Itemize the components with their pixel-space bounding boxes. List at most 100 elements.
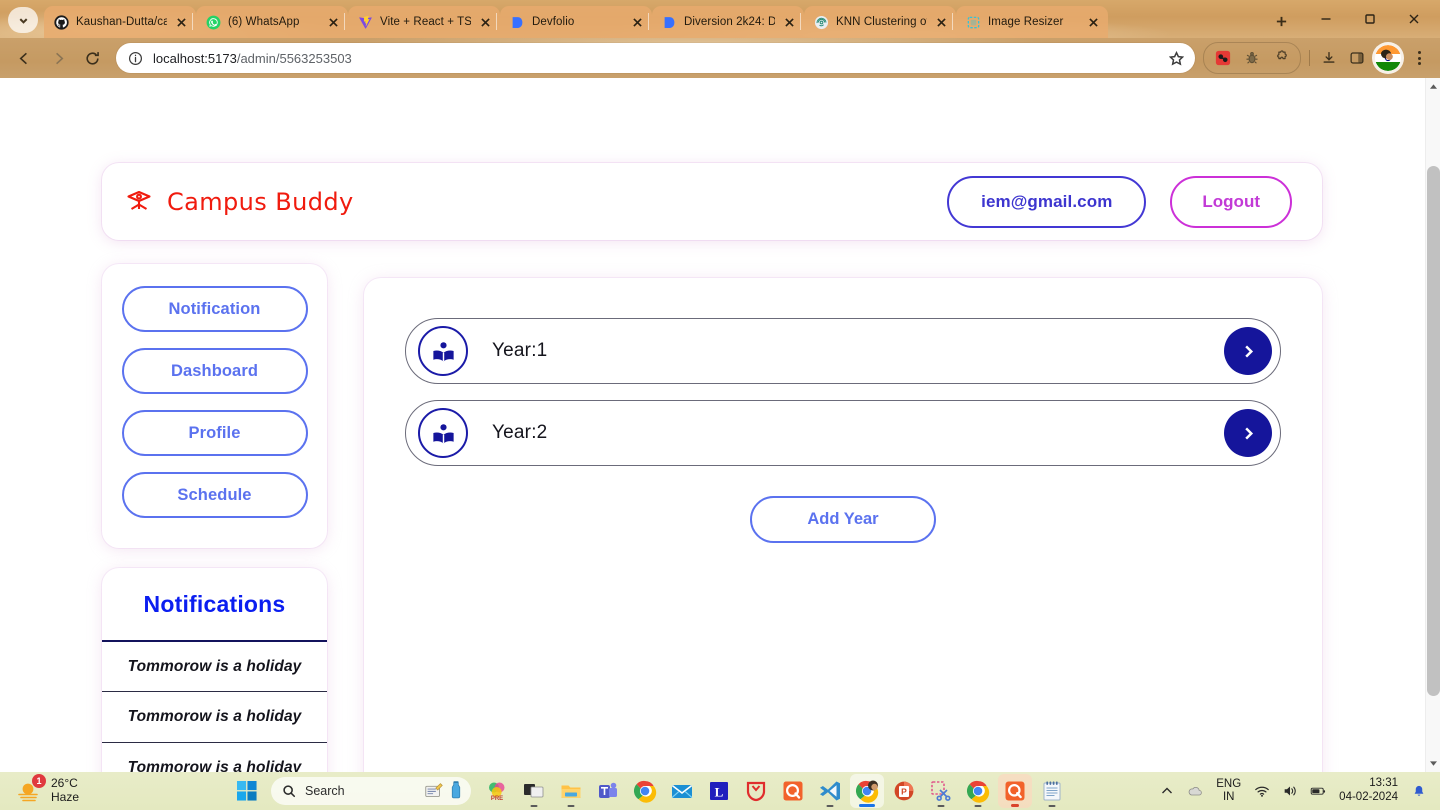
taskbar-app-snipping-tool-icon[interactable] [924, 774, 958, 808]
extension-group [1203, 42, 1301, 74]
sidebar-item-schedule[interactable]: Schedule [121, 472, 308, 518]
bug-icon[interactable] [1239, 45, 1265, 71]
taskbar-app-shield-app-icon[interactable] [739, 774, 773, 808]
address-bar[interactable]: localhost:5173/admin/5563253503 [116, 43, 1195, 73]
close-icon[interactable] [478, 15, 493, 30]
wifi-icon[interactable] [1249, 776, 1275, 806]
reading-person-icon [418, 408, 468, 458]
battery-icon[interactable] [1305, 776, 1331, 806]
close-icon[interactable] [1086, 15, 1101, 30]
browser-tab[interactable]: Devfolio [496, 6, 652, 38]
toolbar-separator [1309, 50, 1310, 66]
minimize-icon[interactable] [1304, 3, 1348, 35]
scroll-down-icon[interactable] [1426, 755, 1440, 772]
taskbar-app-copilot-pre-icon[interactable]: PRE [480, 774, 514, 808]
list-item[interactable]: Tommorow is a holiday [102, 691, 327, 742]
taskbar-app-vs-code-icon[interactable] [813, 774, 847, 808]
tab-title: KNN Clustering of Fe [836, 16, 927, 28]
language-indicator[interactable]: ENG IN [1210, 778, 1247, 804]
side-panel-icon[interactable] [1344, 45, 1370, 71]
close-icon[interactable] [934, 15, 949, 30]
taskbar-app-microsoft-teams-icon[interactable] [591, 774, 625, 808]
taskbar-app-chrome-active-icon[interactable] [850, 774, 884, 808]
volume-icon[interactable] [1277, 776, 1303, 806]
year-label: Year:2 [492, 422, 548, 443]
tab-search-chevron-down-icon[interactable] [8, 7, 38, 33]
extensions-puzzle-icon[interactable] [1268, 45, 1294, 71]
search-icon [283, 785, 296, 798]
maximize-icon[interactable] [1348, 3, 1392, 35]
download-icon[interactable] [1316, 45, 1342, 71]
onedrive-icon[interactable] [1182, 776, 1208, 806]
browser-tab[interactable]: KNN Clustering of Fe [800, 6, 956, 38]
taskbar-app-mail-icon[interactable] [665, 774, 699, 808]
notification-bell-icon[interactable] [1408, 776, 1430, 806]
extension-redblack-icon[interactable] [1210, 45, 1236, 71]
site-info-icon[interactable] [127, 50, 144, 67]
list-item[interactable]: Tommorow is a holiday [102, 742, 327, 772]
scroll-up-icon[interactable] [1426, 78, 1440, 95]
system-tray: ENG IN 13:31 04-02-2024 [1154, 776, 1440, 806]
close-icon[interactable] [782, 15, 797, 30]
sidebar-item-dashboard[interactable]: Dashboard [121, 348, 308, 394]
browser-tab[interactable]: Image Resizer [952, 6, 1108, 38]
search-placeholder: Search [305, 784, 345, 798]
close-icon[interactable] [326, 15, 341, 30]
year-row[interactable]: Year:2 [405, 400, 1281, 466]
clock-time: 13:31 [1369, 777, 1398, 790]
taskbar-app-quark-q-icon[interactable] [998, 774, 1032, 808]
taskbar-app-notepad-icon[interactable] [1035, 774, 1069, 808]
browser-tab[interactable]: Vite + React + TS [344, 6, 500, 38]
taskbar-app-q-app-icon[interactable] [776, 774, 810, 808]
profile-avatar[interactable] [1375, 45, 1401, 71]
year-row[interactable]: Year:1 [405, 318, 1281, 384]
tab-list: Kaushan-Dutta/camp (6) WhatsApp Vite + R… [44, 6, 1260, 38]
year-open-button[interactable] [1224, 327, 1272, 375]
bottle-icon [451, 781, 461, 799]
scrollbar-thumb[interactable] [1427, 166, 1440, 696]
tab-title: Diversion 2k24: Dash [684, 16, 775, 28]
page-viewport: Campus Buddy iem@gmail.com Logout Notifi… [0, 78, 1440, 772]
sidebar-item-profile[interactable]: Profile [121, 410, 308, 456]
bookmark-star-icon[interactable] [1163, 45, 1189, 71]
list-item[interactable]: Tommorow is a holiday [102, 640, 327, 691]
page-scrollbar[interactable] [1425, 78, 1440, 772]
user-email-button[interactable]: iem@gmail.com [947, 175, 1147, 228]
header-actions: iem@gmail.com Logout [947, 175, 1292, 228]
logout-button[interactable]: Logout [1170, 175, 1292, 228]
windows-start-icon[interactable] [230, 774, 264, 808]
close-icon[interactable] [630, 15, 645, 30]
campus-buddy-app: Campus Buddy iem@gmail.com Logout Notifi… [0, 78, 1425, 772]
year-open-button[interactable] [1224, 409, 1272, 457]
reload-icon[interactable] [76, 42, 108, 74]
add-year-button[interactable]: Add Year [750, 496, 936, 543]
vite-icon [358, 15, 373, 30]
close-icon[interactable] [174, 15, 189, 30]
language-line2: IN [1222, 791, 1235, 803]
graduation-cap-icon [124, 187, 154, 217]
browser-tab[interactable]: (6) WhatsApp [192, 6, 348, 38]
notifications-list: Tommorow is a holiday Tommorow is a holi… [102, 640, 327, 772]
new-tab-button[interactable] [1268, 8, 1294, 34]
sidebar-nav: Notification Dashboard Profile Schedule [102, 264, 327, 548]
forward-arrow-icon[interactable] [42, 42, 74, 74]
taskbar-app-file-explorer-icon[interactable] [554, 774, 588, 808]
taskbar-app-powerpoint-icon[interactable]: P [887, 774, 921, 808]
taskbar-app-l-app-icon[interactable]: L [702, 774, 736, 808]
weather-badge: 1 [32, 774, 46, 788]
show-hidden-icons[interactable] [1154, 776, 1180, 806]
sidebar-item-notification[interactable]: Notification [121, 286, 308, 332]
browser-tab[interactable]: Diversion 2k24: Dash [648, 6, 804, 38]
weather-widget[interactable]: 1 26°C Haze [0, 774, 230, 805]
taskbar-app-google-chrome-icon[interactable] [628, 774, 662, 808]
taskbar-clock[interactable]: 13:31 04-02-2024 [1333, 777, 1406, 805]
fingerprint-icon [814, 15, 829, 30]
taskbar-app-task-view-icon[interactable] [517, 774, 551, 808]
tab-title: Image Resizer [988, 16, 1064, 28]
browser-menu-icon[interactable] [1406, 45, 1432, 71]
back-arrow-icon[interactable] [8, 42, 40, 74]
search-input[interactable]: Search [271, 777, 471, 805]
close-window-icon[interactable] [1392, 3, 1436, 35]
browser-tab[interactable]: Kaushan-Dutta/camp [44, 6, 196, 38]
taskbar-app-chrome-secondary-icon[interactable] [961, 774, 995, 808]
